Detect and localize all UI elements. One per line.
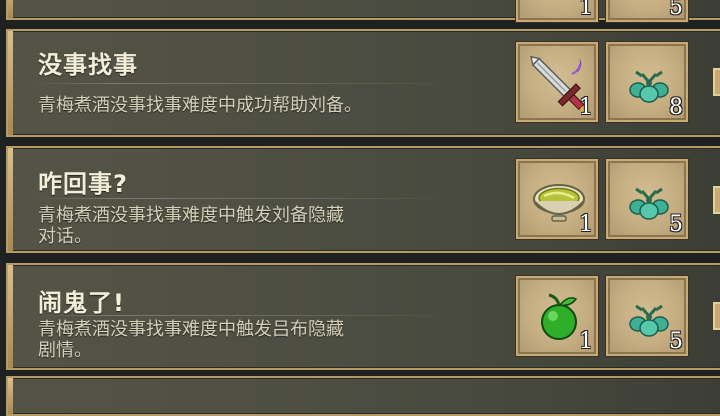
reward-slot-partial[interactable]: 1 bbox=[516, 0, 598, 22]
reward-count: 1 bbox=[579, 0, 593, 20]
reward-count: 1 bbox=[579, 329, 593, 354]
description-line: 对话。 bbox=[38, 226, 92, 247]
achievement-description: 青梅煮酒没事找事难度中触发吕布隐藏 剧情。 bbox=[38, 319, 488, 361]
reward-count: 8 bbox=[669, 95, 683, 120]
reward-slot[interactable]: 1 bbox=[516, 276, 598, 356]
description-line: 剧情。 bbox=[38, 340, 92, 361]
description-line: 青梅煮酒没事找事难度中触发吕布隐藏 bbox=[38, 319, 344, 340]
divider bbox=[30, 83, 450, 84]
achievement-title: 没事找事 bbox=[38, 51, 138, 79]
achievement-row-partial-bottom bbox=[6, 376, 720, 416]
side-tab[interactable] bbox=[713, 68, 720, 96]
reward-slot[interactable]: 8 bbox=[606, 42, 688, 122]
divider bbox=[30, 198, 450, 199]
description-line: 青梅煮酒没事找事难度中成功帮助刘备。 bbox=[38, 95, 362, 116]
achievement-title: 闹鬼了! bbox=[38, 289, 125, 317]
reward-slot[interactable]: 5 bbox=[606, 159, 688, 239]
side-tab[interactable] bbox=[713, 302, 720, 330]
reward-count: 1 bbox=[579, 95, 593, 120]
reward-slot[interactable]: 5 bbox=[606, 276, 688, 356]
reward-count: 5 bbox=[669, 329, 683, 354]
reward-count: 1 bbox=[579, 212, 593, 237]
description-line: 青梅煮酒没事找事难度中触发刘备隐藏 bbox=[38, 205, 344, 226]
divider bbox=[30, 315, 450, 316]
reward-count: 5 bbox=[669, 212, 683, 237]
reward-slot[interactable]: 1 bbox=[516, 159, 598, 239]
reward-slot[interactable]: 1 bbox=[516, 42, 598, 122]
achievement-title: 咋回事? bbox=[38, 170, 128, 198]
achievement-description: 青梅煮酒没事找事难度中成功帮助刘备。 bbox=[38, 95, 488, 116]
reward-count: 5 bbox=[669, 0, 683, 20]
reward-slot-partial[interactable]: 5 bbox=[606, 0, 688, 22]
side-tab[interactable] bbox=[713, 186, 720, 214]
achievement-description: 青梅煮酒没事找事难度中触发刘备隐藏 对话。 bbox=[38, 205, 488, 247]
